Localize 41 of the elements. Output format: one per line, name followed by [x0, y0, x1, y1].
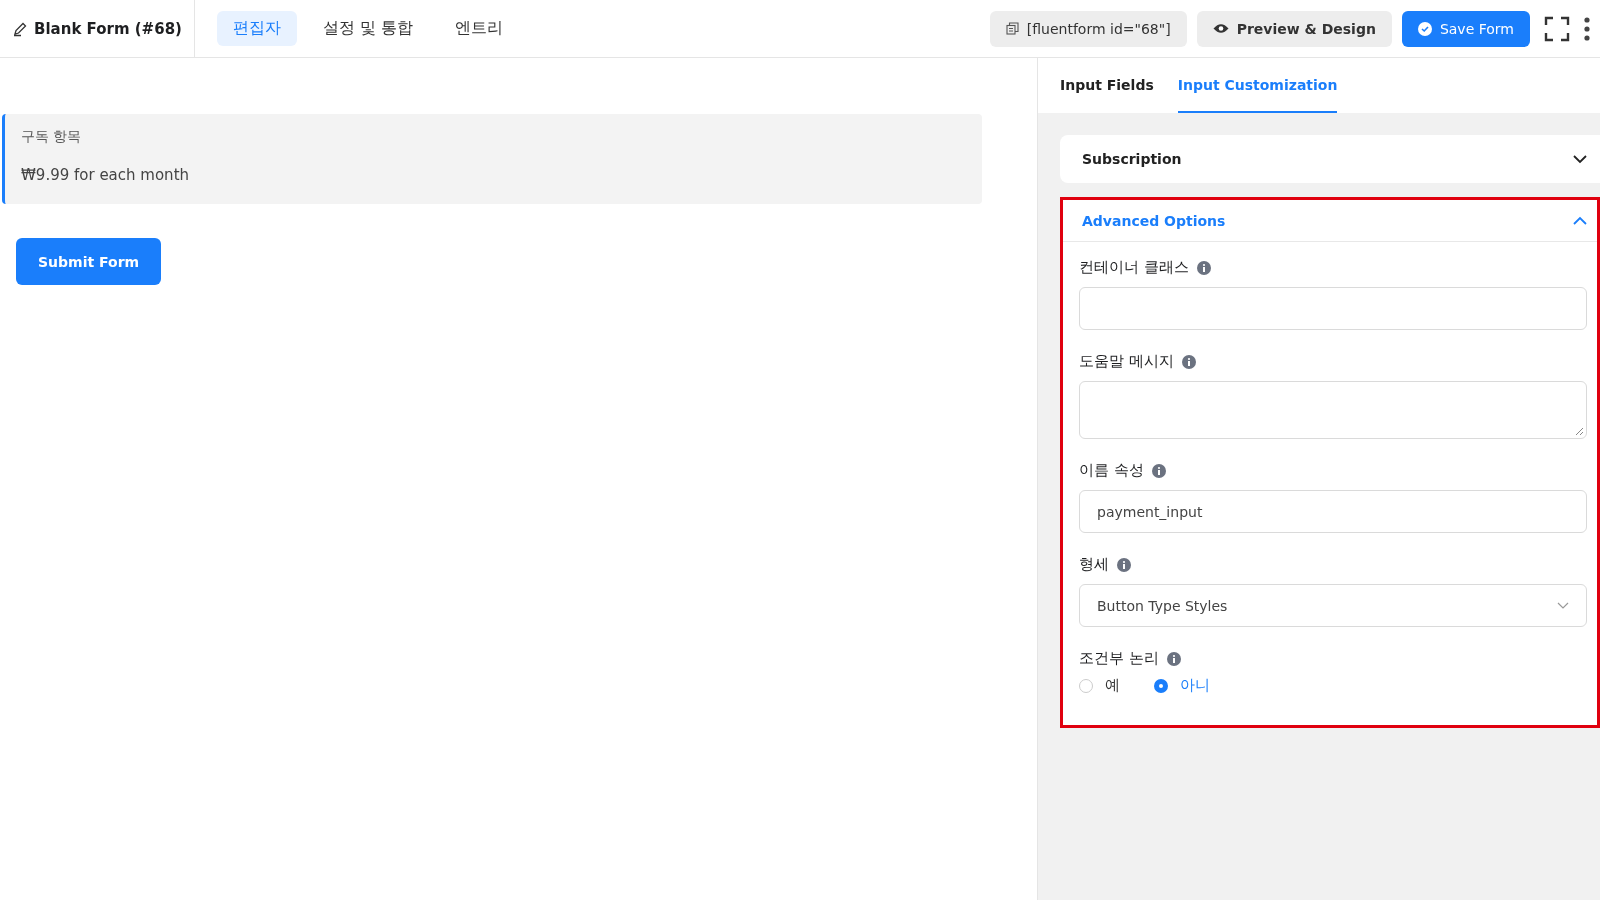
chevron-down-icon — [1573, 154, 1587, 164]
info-icon[interactable] — [1181, 354, 1196, 369]
radio-button[interactable] — [1154, 678, 1168, 693]
sidebar-tab[interactable]: Input Customization — [1177, 58, 1338, 113]
submit-button[interactable]: Submit Form — [16, 238, 162, 285]
preview-button[interactable]: Preview & Design — [1196, 10, 1392, 47]
form-title: Blank Form (#68) — [34, 19, 182, 38]
field-label: 도움말 메시지 — [1079, 352, 1174, 371]
field-label: 형세 — [1079, 555, 1109, 574]
radio-label: 아니 — [1180, 676, 1210, 695]
copy-icon — [1005, 22, 1019, 35]
eye-icon — [1212, 23, 1229, 34]
info-icon[interactable] — [1117, 557, 1131, 572]
info-icon[interactable] — [1196, 260, 1211, 275]
more-icon[interactable] — [1584, 16, 1590, 41]
save-button[interactable]: Save Form — [1401, 10, 1530, 47]
info-icon[interactable] — [1166, 651, 1181, 666]
info-icon[interactable] — [1151, 463, 1166, 478]
radio-label: 예 — [1105, 676, 1120, 695]
nav-tab[interactable]: 설정 및 통합 — [306, 11, 430, 46]
field-label: 조건부 논리 — [1079, 649, 1159, 668]
check-circle-icon — [1417, 21, 1432, 36]
chevron-down-icon — [1557, 602, 1569, 609]
style-select-dropdown[interactable]: Button Type Styles — [1079, 584, 1587, 627]
sidebar-tab[interactable]: Input Fields — [1060, 58, 1154, 113]
field-label: 이름 속성 — [1079, 461, 1144, 480]
nav-tab[interactable]: 엔트리 — [439, 11, 520, 46]
shortcode-button[interactable]: [fluentform id="68"] — [989, 10, 1187, 47]
fullscreen-icon[interactable] — [1544, 15, 1570, 42]
item-price: ₩9.99 for each month — [21, 166, 191, 186]
section-header[interactable]: Subscription — [1063, 138, 1597, 180]
item-label: 구독 항목 — [21, 128, 83, 146]
chevron-up-icon — [1573, 216, 1587, 225]
section-header[interactable]: Advanced Options — [1063, 200, 1597, 242]
resize-handle-icon[interactable] — [1575, 427, 1584, 436]
pencil-icon — [12, 20, 28, 37]
text-input-field[interactable] — [1079, 287, 1587, 330]
textarea-field[interactable] — [1079, 381, 1587, 439]
text-input-field[interactable]: payment_input — [1079, 490, 1587, 533]
field-label: 컨테이너 클래스 — [1079, 258, 1189, 277]
subscription-item-card[interactable]: 구독 항목 ₩9.99 for each month — [2, 114, 982, 204]
